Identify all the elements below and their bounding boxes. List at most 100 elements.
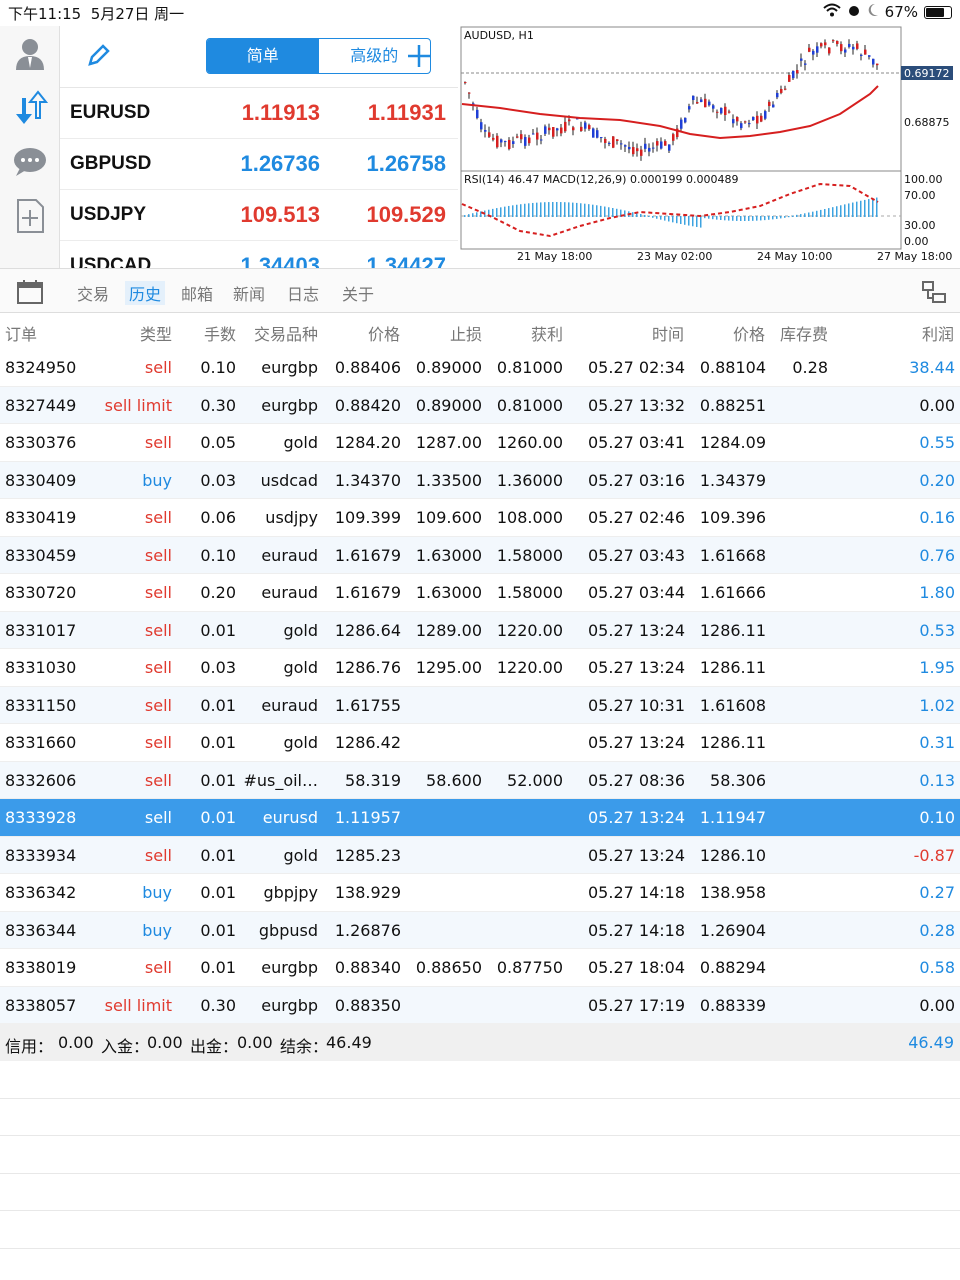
tab-news[interactable]: 新闻	[233, 281, 265, 305]
price-chart[interactable]: AUDUSD, H1 0.69172 0.68875 RSI(14) 46.47…	[460, 26, 960, 268]
order-volume: 0.01	[200, 620, 236, 640]
table-row[interactable]: 8330376 sell 0.05 gold 1284.20 1287.00 1260.00…	[0, 424, 960, 462]
order-type: buy	[142, 883, 172, 902]
calendar-icon[interactable]	[16, 279, 44, 309]
table-row[interactable]: 8327449 sell limit 0.30 eurgbp 0.88420 0.8900…	[0, 386, 960, 424]
order-volume: 0.06	[200, 508, 236, 527]
tab-history[interactable]: 历史	[125, 281, 166, 305]
order-time: 05.27 13:24	[588, 808, 685, 827]
order-time: 05.27 03:43	[588, 545, 685, 565]
order-id: 8333934	[5, 845, 77, 865]
quotes-toolbar: 简单 高级的	[60, 26, 458, 88]
order-time: 05.27 17:19	[588, 995, 685, 1015]
quote-symbol: EURUSD	[70, 102, 151, 123]
order-profit: 0.31	[919, 733, 955, 752]
order-symbol: gold	[283, 620, 318, 640]
account-icon[interactable]	[10, 34, 50, 74]
order-id: 8330419	[5, 508, 77, 527]
order-volume: 0.01	[200, 695, 236, 715]
time-label: 23 May 02:00	[637, 250, 713, 263]
table-row[interactable]: 8332606 sell 0.01 #us_oil… 58.319 58.600 52.00…	[0, 761, 960, 799]
quote-row[interactable]: USDCAD 1.34403 1.34427	[60, 241, 458, 268]
order-close-price: 138.958	[699, 883, 766, 902]
table-row[interactable]: 8338057 sell limit 0.30 eurgbp 0.88350 05.27 …	[0, 986, 960, 1024]
table-row[interactable]: 8333928 sell 0.01 eurusd 1.11957 05.27 13:24 1…	[0, 799, 960, 837]
order-profit: 0.53	[919, 620, 955, 640]
table-row[interactable]: 8324950 sell 0.10 eurgbp 0.88406 0.89000 0.810…	[0, 349, 960, 387]
order-symbol: eurgbp	[261, 395, 318, 415]
table-row[interactable]: 8330409 buy 0.03 usdcad 1.34370 1.33500 1.3600…	[0, 461, 960, 499]
order-profit: 0.58	[919, 958, 955, 977]
new-order-icon[interactable]	[10, 196, 50, 236]
tab-trade[interactable]: 交易	[77, 281, 109, 305]
order-time: 05.27 14:18	[588, 920, 685, 940]
quote-bid: 1.26736	[240, 151, 320, 176]
chart-current-price: 0.69172	[904, 67, 950, 80]
table-row[interactable]: 8330459 sell 0.10 euraud 1.61679 1.63000 1.580…	[0, 536, 960, 574]
order-type: sell	[144, 358, 172, 377]
chat-icon[interactable]	[10, 142, 50, 182]
table-row[interactable]: 8330419 sell 0.06 usdjpy 109.399 109.600 108.0…	[0, 499, 960, 537]
col-sl: 止损	[450, 325, 483, 344]
order-volume: 0.10	[200, 358, 236, 377]
quote-row[interactable]: EURUSD 1.11913 1.11931	[60, 88, 458, 139]
order-close-price: 1.34379	[699, 470, 766, 490]
order-price: 0.88350	[334, 995, 401, 1015]
simple-mode-button[interactable]: 简单	[207, 39, 319, 73]
order-volume: 0.03	[200, 658, 236, 677]
order-type: sell	[144, 508, 172, 527]
order-id: 8331017	[5, 620, 77, 640]
order-tp: 108.000	[496, 508, 563, 527]
order-time: 05.27 08:36	[588, 770, 685, 790]
trade-arrows-icon[interactable]	[10, 88, 50, 128]
order-close-price: 1.61668	[699, 545, 766, 565]
order-volume: 0.10	[200, 545, 236, 565]
quote-ask: 1.11931	[367, 100, 446, 125]
order-symbol: gbpusd	[258, 920, 318, 940]
layout-icon[interactable]	[920, 279, 948, 309]
tab-mailbox[interactable]: 邮箱	[181, 281, 213, 305]
order-sl: 1295.00	[415, 658, 482, 677]
quote-bid: 1.11913	[241, 100, 320, 125]
order-symbol: gold	[283, 845, 318, 865]
table-row[interactable]: 8336344 buy 0.01 gbpusd 1.26876 05.27 14:18 1.…	[0, 911, 960, 949]
quote-bid: 109.513	[240, 202, 320, 227]
history-rows: 8324950 sell 0.10 eurgbp 0.88406 0.89000 0.810…	[0, 349, 960, 1024]
order-close-price: 1286.10	[699, 845, 766, 865]
order-profit: 0.13	[919, 770, 955, 790]
table-row[interactable]: 8331030 sell 0.03 gold 1286.76 1295.00 1220.00…	[0, 649, 960, 687]
table-row[interactable]: 8336342 buy 0.01 gbpjpy 138.929 05.27 14:18 13…	[0, 874, 960, 912]
table-row[interactable]: 8331150 sell 0.01 euraud 1.61755 05.27 10:31 1…	[0, 686, 960, 724]
quote-row[interactable]: USDJPY 109.513 109.529	[60, 190, 458, 241]
table-row[interactable]: 8330720 sell 0.20 euraud 1.61679 1.63000 1.580…	[0, 574, 960, 612]
order-close-price: 1286.11	[699, 658, 766, 677]
tab-about[interactable]: 关于	[342, 281, 374, 305]
order-price: 1.11957	[334, 808, 401, 827]
order-id: 8336344	[5, 920, 77, 940]
tab-journal[interactable]: 日志	[287, 281, 319, 305]
order-sl: 1289.00	[415, 620, 482, 640]
order-type: sell	[144, 845, 172, 865]
quote-row[interactable]: GBPUSD 1.26736 1.26758	[60, 139, 458, 190]
deposit-label: 入金：	[101, 1037, 150, 1056]
order-volume: 0.01	[200, 733, 236, 752]
col-price: 价格	[368, 325, 401, 344]
balance-value: 46.49	[326, 1033, 372, 1052]
order-tp: 1220.00	[496, 620, 563, 640]
table-row[interactable]: 8331660 sell 0.01 gold 1286.42 05.27 13:24 128…	[0, 724, 960, 762]
order-id: 8331660	[5, 733, 77, 752]
table-row[interactable]: 8333934 sell 0.01 gold 1285.23 05.27 13:24 128…	[0, 836, 960, 874]
order-time: 05.27 13:24	[588, 658, 685, 677]
add-symbol-icon[interactable]	[406, 43, 432, 73]
order-volume: 0.20	[200, 583, 236, 602]
order-profit: 1.80	[919, 583, 955, 602]
order-volume: 0.01	[200, 808, 236, 827]
table-row[interactable]: 8331017 sell 0.01 gold 1286.64 1289.00 1220.00…	[0, 611, 960, 649]
order-type: sell	[144, 808, 172, 827]
edit-icon[interactable]	[86, 42, 112, 72]
order-tp: 0.87750	[496, 958, 563, 977]
table-row[interactable]: 8338019 sell 0.01 eurgbp 0.88340 0.88650 0.877…	[0, 949, 960, 987]
order-price: 58.319	[345, 770, 401, 790]
order-symbol: usdcad	[260, 470, 318, 490]
order-close-price: 0.88294	[699, 958, 766, 977]
